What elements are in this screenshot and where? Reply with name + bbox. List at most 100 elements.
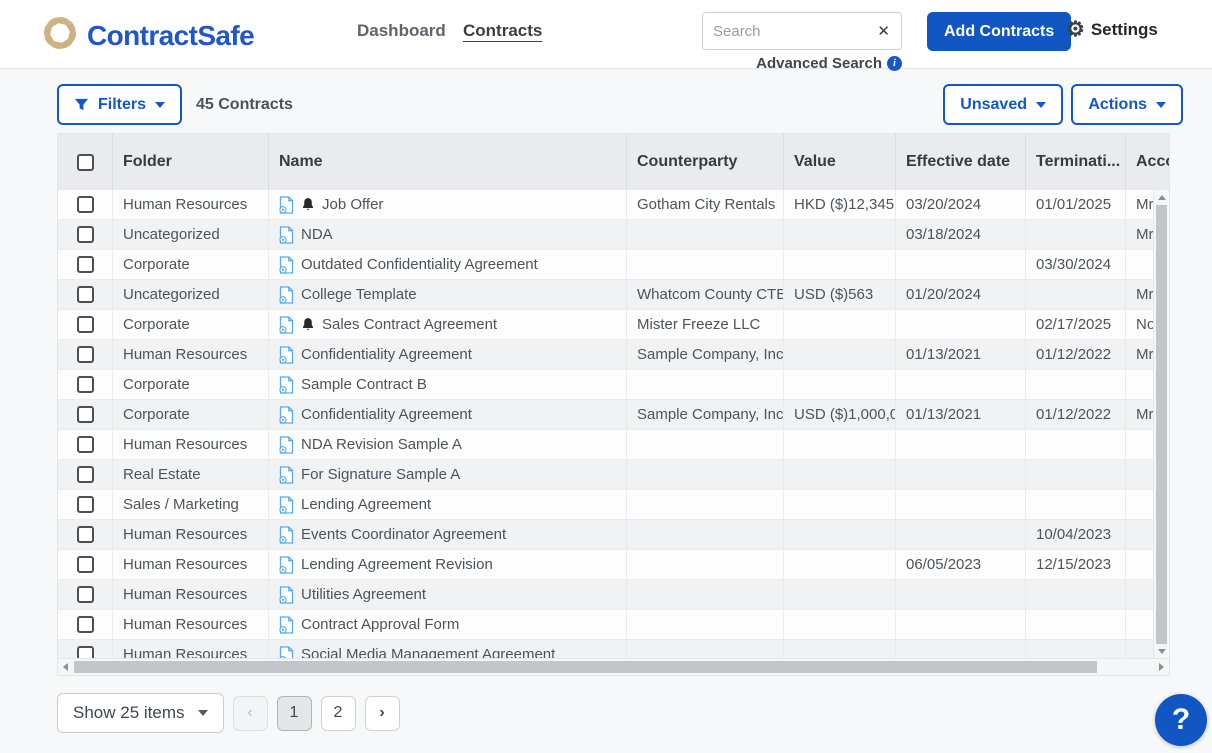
horizontal-scrollbar[interactable] [58,658,1169,675]
page-size-dropdown[interactable]: Show 25 items [57,693,224,733]
clear-search-icon[interactable]: ✕ [873,22,901,40]
name-cell[interactable]: Lending Agreement Revision [269,550,627,579]
table-row[interactable]: Human Resources Utilities Agreement [58,580,1169,610]
add-contracts-button[interactable]: Add Contracts [927,12,1071,51]
table-row[interactable]: Human Resources Lending Agreement Revisi… [58,550,1169,580]
column-header-value[interactable]: Value [784,134,896,190]
name-cell[interactable]: College Template [269,280,627,309]
advanced-search-link[interactable]: Advanced Search i [702,55,902,72]
table-row[interactable]: Human Resources Social Media Management … [58,640,1169,658]
row-checkbox[interactable] [77,436,94,453]
table-row[interactable]: Human Resources Job Offer Gotham City Re… [58,190,1169,220]
table-header-row: FolderNameCounterpartyValueEffective dat… [58,134,1169,190]
table-row[interactable]: Corporate Outdated Confidentiality Agree… [58,250,1169,280]
horizontal-scrollbar-thumb[interactable] [74,661,1097,673]
row-checkbox[interactable] [77,226,94,243]
row-checkbox[interactable] [77,646,94,658]
value-cell [784,340,896,369]
name-cell[interactable]: Confidentiality Agreement [269,400,627,429]
column-header-cp[interactable]: Counterparty [627,134,784,190]
row-checkbox[interactable] [77,556,94,573]
settings-button[interactable]: ⚙ Settings [1066,19,1158,40]
vertical-scrollbar[interactable] [1153,190,1169,658]
table-row[interactable]: Uncategorized NDA 03/18/2024 Mr S [58,220,1169,250]
table-row[interactable]: Human Resources Contract Approval Form [58,610,1169,640]
name-cell[interactable]: For Signature Sample A [269,460,627,489]
name-cell[interactable]: Social Media Management Agreement [269,640,627,658]
table-row[interactable]: Corporate Sales Contract Agreement Miste… [58,310,1169,340]
name-cell[interactable]: Contract Approval Form [269,610,627,639]
contract-name: For Signature Sample A [301,466,460,483]
name-cell[interactable]: Events Coordinator Agreement [269,520,627,549]
table-row[interactable]: Corporate Confidentiality Agreement Samp… [58,400,1169,430]
contract-name: Events Coordinator Agreement [301,526,506,543]
table-row[interactable]: Real Estate For Signature Sample A [58,460,1169,490]
table-row[interactable]: Corporate Sample Contract B [58,370,1169,400]
select-all-checkbox[interactable] [77,154,94,171]
scroll-right-arrow-icon[interactable] [1159,663,1164,671]
name-cell[interactable]: Job Offer [269,190,627,219]
table-row[interactable]: Sales / Marketing Lending Agreement [58,490,1169,520]
column-header-acct[interactable]: Accou [1126,134,1169,190]
name-cell[interactable]: Lending Agreement [269,490,627,519]
brand[interactable]: ContractSafe [40,13,254,58]
page-1-button[interactable]: 1 [277,696,312,731]
row-checkbox[interactable] [77,586,94,603]
actions-dropdown[interactable]: Actions [1071,84,1183,125]
name-cell[interactable]: Confidentiality Agreement [269,340,627,369]
name-cell[interactable]: Sales Contract Agreement [269,310,627,339]
row-checkbox[interactable] [77,346,94,363]
scroll-left-arrow-icon[interactable] [63,663,68,671]
row-checkbox[interactable] [77,496,94,513]
contract-name: College Template [301,286,417,303]
row-checkbox[interactable] [77,616,94,633]
counterparty-cell: Sample Company, Inc. [627,400,784,429]
table-row[interactable]: Human Resources NDA Revision Sample A [58,430,1169,460]
search-input[interactable] [703,23,873,40]
name-cell[interactable]: Sample Contract B [269,370,627,399]
row-checkbox[interactable] [77,406,94,423]
vertical-scrollbar-thumb[interactable] [1156,205,1167,644]
column-header-folder[interactable]: Folder [113,134,269,190]
row-checkbox[interactable] [77,196,94,213]
termination-date-cell: 12/15/2023 [1026,550,1126,579]
column-header-term[interactable]: Terminati... [1026,134,1126,190]
document-icon [279,556,294,574]
column-header-name[interactable]: Name [269,134,627,190]
scroll-down-arrow-icon[interactable] [1158,649,1166,654]
table-row[interactable]: Human Resources Confidentiality Agreemen… [58,340,1169,370]
value-cell [784,370,896,399]
name-cell[interactable]: NDA [269,220,627,249]
search-area: ✕ Advanced Search i [702,12,902,72]
table-row[interactable]: Human Resources Events Coordinator Agree… [58,520,1169,550]
nav-dashboard[interactable]: Dashboard [357,21,446,41]
row-checkbox[interactable] [77,526,94,543]
info-icon[interactable]: i [887,56,902,71]
row-checkbox[interactable] [77,466,94,483]
column-header-eff[interactable]: Effective date [896,134,1026,190]
termination-date-cell [1026,280,1126,309]
next-page-button[interactable]: › [365,696,400,731]
unsaved-dropdown[interactable]: Unsaved [943,84,1063,125]
name-cell[interactable]: NDA Revision Sample A [269,430,627,459]
row-checkbox[interactable] [77,256,94,273]
nav-contracts[interactable]: Contracts [463,21,542,41]
scroll-up-arrow-icon[interactable] [1158,195,1166,200]
help-button[interactable]: ? [1155,694,1207,746]
filters-button[interactable]: Filters [57,84,182,125]
contract-name: NDA Revision Sample A [301,436,462,453]
caret-down-icon [1036,102,1046,108]
page-2-button[interactable]: 2 [321,696,356,731]
row-checkbox[interactable] [77,376,94,393]
row-checkbox[interactable] [77,286,94,303]
effective-date-cell: 03/18/2024 [896,220,1026,249]
name-cell[interactable]: Utilities Agreement [269,580,627,609]
value-cell [784,490,896,519]
prev-page-button[interactable]: ‹ [233,696,268,731]
table-row[interactable]: Uncategorized College Template Whatcom C… [58,280,1169,310]
counterparty-cell [627,520,784,549]
name-cell[interactable]: Outdated Confidentiality Agreement [269,250,627,279]
row-checkbox[interactable] [77,316,94,333]
value-cell [784,520,896,549]
document-icon [279,466,294,484]
